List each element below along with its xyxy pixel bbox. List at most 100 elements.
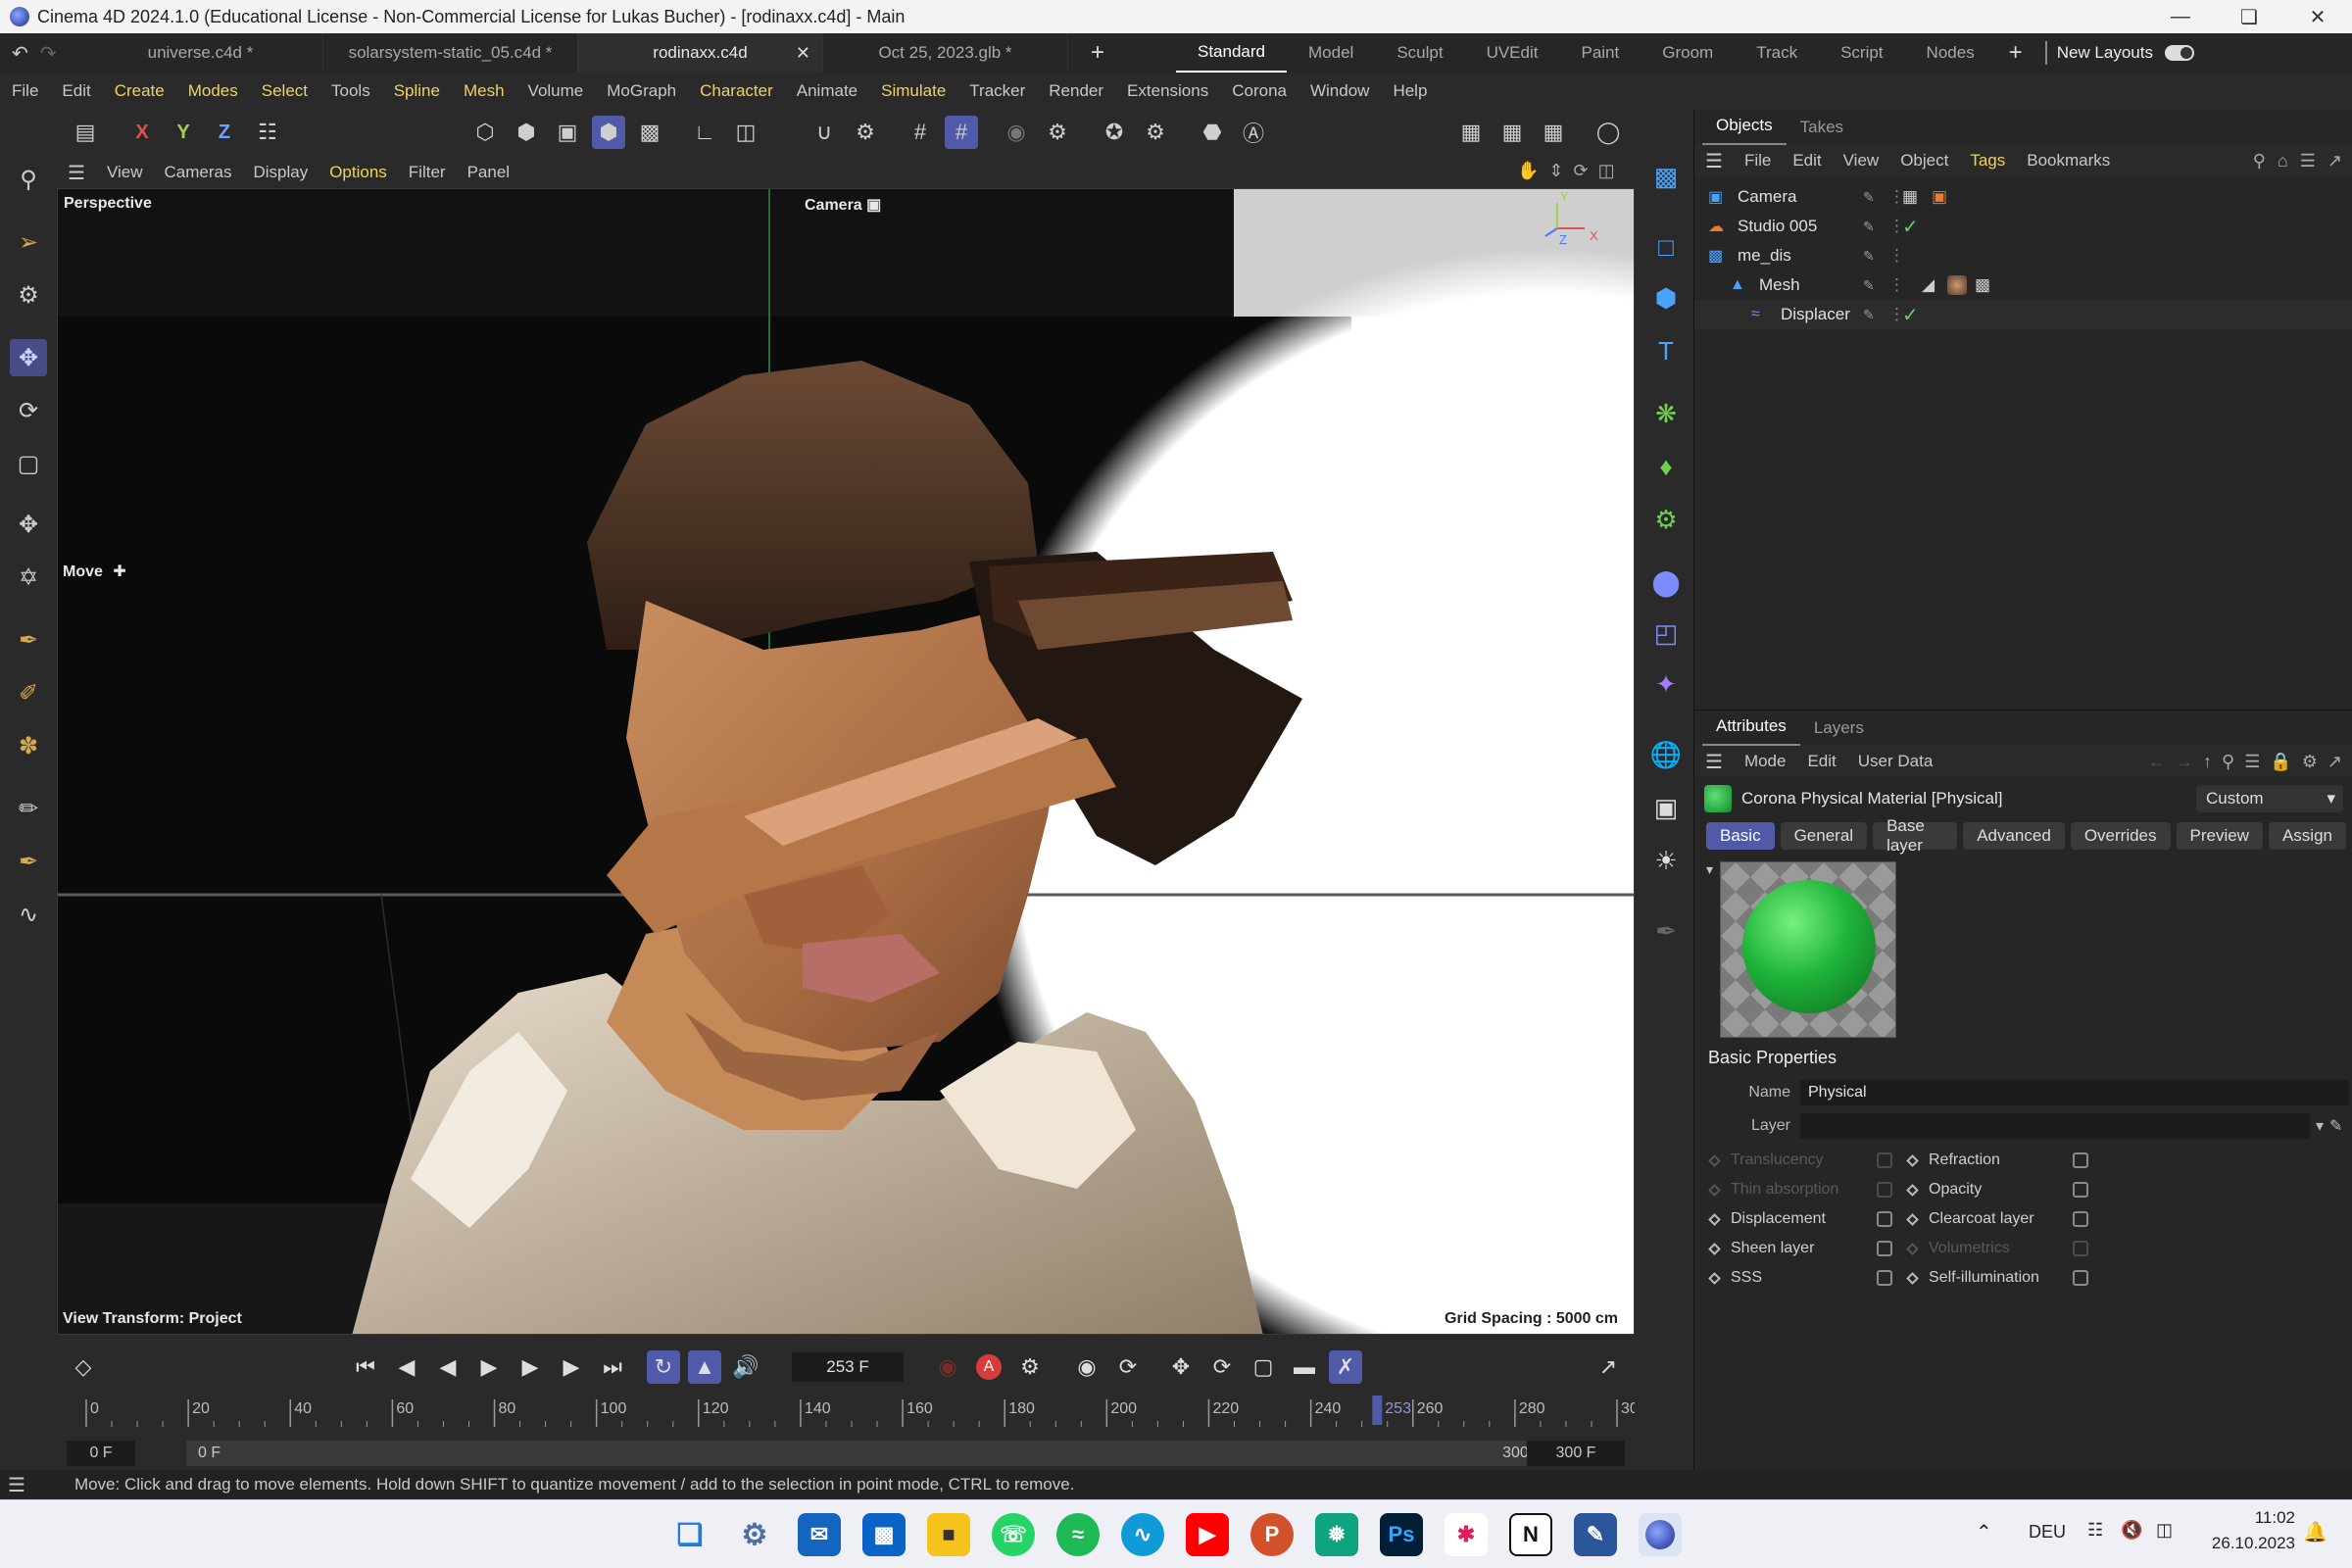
- menu-simulate[interactable]: Simulate: [869, 81, 957, 101]
- close-tab-icon[interactable]: ✕: [796, 43, 810, 64]
- menu-spline[interactable]: Spline: [382, 81, 452, 101]
- animate-diamond-icon[interactable]: [1708, 1153, 1721, 1167]
- spline-sketch-icon[interactable]: ✐: [10, 674, 47, 711]
- search-attr-icon[interactable]: ⚲: [2222, 752, 2234, 772]
- object-row[interactable]: ▩ me_dis ✎ ⋮: [1694, 241, 2352, 270]
- property-row[interactable]: Thin absorption: [1708, 1177, 1896, 1202]
- object-row[interactable]: ≈ Displacer ✎ ⋮ ✓: [1694, 300, 2352, 329]
- model-mode-icon[interactable]: ⬢: [592, 116, 625, 149]
- edge-icon[interactable]: ∿: [1121, 1513, 1164, 1556]
- object-row[interactable]: ▲ Mesh ✎ ⋮ ◢ ▩: [1694, 270, 2352, 300]
- layout-tab-groom[interactable]: Groom: [1641, 33, 1735, 73]
- volume-muted-icon[interactable]: 🔇: [2121, 1520, 2142, 1541]
- property-row[interactable]: Sheen layer: [1708, 1236, 1896, 1261]
- placement-tool-icon[interactable]: ✡: [10, 559, 47, 596]
- symmetry-icon[interactable]: ✪: [1098, 116, 1131, 149]
- minimize-button[interactable]: —: [2146, 0, 2215, 33]
- redo-icon[interactable]: ↷: [40, 41, 57, 66]
- menu-create[interactable]: Create: [103, 81, 176, 101]
- viewport-hamburger-icon[interactable]: ☰: [57, 161, 96, 185]
- layout-tab-sculpt[interactable]: Sculpt: [1375, 33, 1464, 73]
- start-frame-field[interactable]: 0 F: [67, 1441, 135, 1466]
- material-tag-icon[interactable]: ▩: [1975, 275, 1990, 295]
- next-frame-icon[interactable]: ▶: [514, 1350, 547, 1384]
- text-object-icon[interactable]: T: [1646, 331, 1686, 370]
- slack-icon[interactable]: ✱: [1445, 1513, 1488, 1556]
- attributes-menu-user-data[interactable]: User Data: [1847, 752, 1944, 771]
- new-window-icon[interactable]: ↗: [2328, 151, 2342, 172]
- edges-mode-icon[interactable]: ⬢: [510, 116, 543, 149]
- filter-attr-icon[interactable]: ☰: [2244, 752, 2260, 772]
- wifi-icon[interactable]: ☷: [2087, 1520, 2103, 1541]
- tab-attributes[interactable]: Attributes: [1702, 709, 1800, 746]
- menu-tracker[interactable]: Tracker: [957, 81, 1037, 101]
- property-checkbox[interactable]: [2073, 1152, 2088, 1168]
- preset-dropdown[interactable]: Custom ▾: [2196, 785, 2343, 812]
- restore-button[interactable]: ❏: [2215, 0, 2283, 33]
- clock-time[interactable]: 11:02: [2236, 1508, 2295, 1528]
- edit-toggle-icon[interactable]: ✎: [1863, 248, 1875, 265]
- powerpoint-icon[interactable]: P: [1250, 1513, 1294, 1556]
- layer-dropdown-icon[interactable]: ▾: [2316, 1116, 2324, 1136]
- uv-mode-icon[interactable]: ▩: [633, 116, 666, 149]
- timeline-window-icon[interactable]: ↗: [1592, 1350, 1625, 1384]
- battery-icon[interactable]: ◫: [2156, 1520, 2173, 1541]
- keyframe-icon[interactable]: ◇: [67, 1350, 100, 1384]
- frame-range-slider[interactable]: 0 F 300 F: [186, 1441, 1554, 1466]
- knife-tool-icon[interactable]: ✒: [10, 843, 47, 880]
- symmetry-settings-icon[interactable]: ⚙: [1139, 116, 1172, 149]
- texture-tag-icon[interactable]: [1947, 275, 1967, 295]
- loop-icon[interactable]: ↻: [647, 1350, 680, 1384]
- soft-selection-settings-icon[interactable]: ⚙: [1041, 116, 1074, 149]
- property-checkbox[interactable]: [2073, 1270, 2088, 1286]
- viewport-menu-options[interactable]: Options: [318, 163, 398, 182]
- back-icon[interactable]: ←: [2148, 752, 2166, 772]
- menu-file[interactable]: File: [0, 81, 50, 101]
- property-row[interactable]: Volumetrics: [1906, 1236, 2092, 1261]
- menu-select[interactable]: Select: [250, 81, 319, 101]
- menu-render[interactable]: Render: [1037, 81, 1115, 101]
- menu-volume[interactable]: Volume: [516, 81, 596, 101]
- undo-icon[interactable]: ↶: [12, 41, 28, 66]
- soft-selection-icon[interactable]: ◉: [1000, 116, 1033, 149]
- selection-tool-icon[interactable]: ➢: [10, 223, 47, 261]
- status-menu-icon[interactable]: ☰: [8, 1473, 25, 1497]
- property-checkbox[interactable]: [2073, 1182, 2088, 1198]
- pan-view-icon[interactable]: ✋: [1517, 161, 1539, 181]
- objects-menu-edit[interactable]: Edit: [1782, 151, 1832, 171]
- x-axis-lock-button[interactable]: X: [125, 116, 159, 149]
- file-tab[interactable]: Oct 25, 2023.glb *: [823, 33, 1068, 73]
- current-frame-field[interactable]: 253 F: [792, 1352, 904, 1382]
- menu-edit[interactable]: Edit: [50, 81, 102, 101]
- animate-diamond-icon[interactable]: [1906, 1242, 1919, 1255]
- snap-icon[interactable]: ∪: [808, 116, 841, 149]
- viewport-menu-filter[interactable]: Filter: [398, 163, 457, 182]
- scale-tool-icon[interactable]: ▢: [10, 445, 47, 482]
- windows-start-icon[interactable]: ❏: [668, 1513, 711, 1556]
- property-checkbox[interactable]: [2073, 1211, 2088, 1227]
- coordinate-system-icon[interactable]: ☷: [251, 116, 284, 149]
- perspective-viewport[interactable]: Perspective Camera ▣ Move ✚ View Transfo…: [57, 188, 1635, 1335]
- cinema4d-taskbar-icon[interactable]: [1639, 1513, 1682, 1556]
- animation-mode-icon[interactable]: ▲: [688, 1350, 721, 1384]
- render-to-picture-viewer-icon[interactable]: ▦: [1495, 116, 1529, 149]
- subtab-general[interactable]: General: [1780, 822, 1868, 850]
- previous-key-icon[interactable]: ◀: [390, 1350, 423, 1384]
- edit-toggle-icon[interactable]: ✎: [1863, 219, 1875, 235]
- rotate-key-icon[interactable]: ⟳: [1205, 1350, 1239, 1384]
- edit-toggle-icon[interactable]: ✎: [1863, 277, 1875, 294]
- property-checkbox[interactable]: [1877, 1182, 1892, 1198]
- move-key-icon[interactable]: ✥: [1164, 1350, 1198, 1384]
- previous-frame-icon[interactable]: ◀: [431, 1350, 465, 1384]
- whatsapp-icon[interactable]: ☏: [992, 1513, 1035, 1556]
- filter-icon[interactable]: ☰: [2300, 151, 2316, 172]
- store-icon[interactable]: ▩: [862, 1513, 906, 1556]
- layout-tab-nodes[interactable]: Nodes: [1905, 33, 1996, 73]
- axis-mode-icon[interactable]: ∟: [688, 116, 721, 149]
- snap-settings-icon[interactable]: ⚙: [849, 116, 882, 149]
- property-checkbox[interactable]: [1877, 1211, 1892, 1227]
- attributes-hamburger-icon[interactable]: ☰: [1694, 750, 1734, 774]
- layout-tab-track[interactable]: Track: [1735, 33, 1819, 73]
- search-objects-icon[interactable]: ⚲: [2253, 151, 2266, 172]
- attributes-menu-edit[interactable]: Edit: [1796, 752, 1846, 771]
